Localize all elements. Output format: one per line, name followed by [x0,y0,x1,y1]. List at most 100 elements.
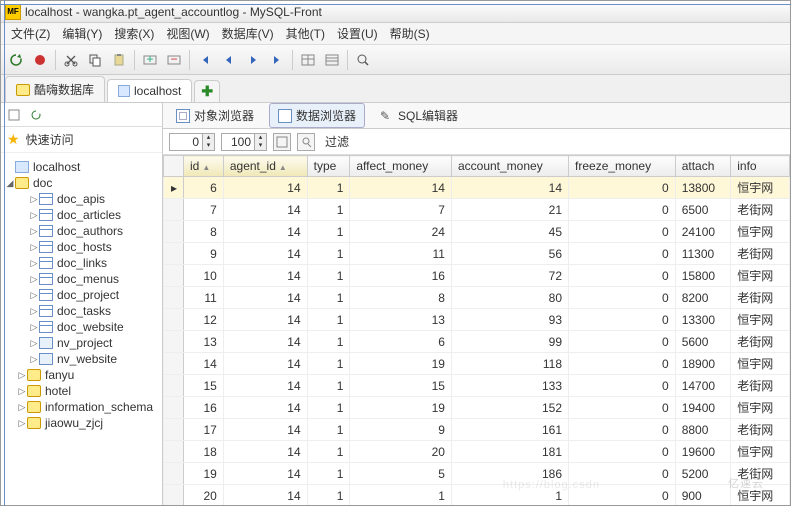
menu-help[interactable]: 帮助(S) [384,23,436,44]
grid2-icon[interactable] [321,49,343,71]
cell-attach[interactable]: 18900 [675,353,731,375]
cell-id[interactable]: 19 [184,463,224,485]
cell-info[interactable]: 老街网 [731,419,790,441]
cell-info[interactable]: 老街网 [731,375,790,397]
cell-agent_id[interactable]: 14 [223,265,307,287]
cell-type[interactable]: 1 [307,243,350,265]
table-row[interactable]: 91411156011300老街网 [164,243,790,265]
cell-affect_money[interactable]: 15 [350,375,452,397]
cell-account_money[interactable]: 118 [451,353,568,375]
cell-freeze_money[interactable]: 0 [569,265,676,287]
cell-attach[interactable]: 14700 [675,375,731,397]
table-row[interactable]: 1814120181019600恒宇网 [164,441,790,463]
cell-id[interactable]: 12 [184,309,224,331]
cell-account_money[interactable]: 45 [451,221,568,243]
cell-freeze_money[interactable]: 0 [569,221,676,243]
down-icon[interactable]: ▾ [203,142,214,150]
cell-attach[interactable]: 11300 [675,243,731,265]
cell-agent_id[interactable]: 14 [223,353,307,375]
tree-jiaowu[interactable]: ▷jiaowu_zjcj [1,415,162,431]
tree-fanyu[interactable]: ▷fanyu [1,367,162,383]
cell-freeze_money[interactable]: 0 [569,397,676,419]
tree-information-schema[interactable]: ▷information_schema [1,399,162,415]
sync-icon[interactable] [27,106,45,124]
cell-freeze_money[interactable]: 0 [569,199,676,221]
cell-affect_money[interactable]: 14 [350,177,452,199]
cell-attach[interactable]: 8800 [675,419,731,441]
cell-agent_id[interactable]: 14 [223,199,307,221]
cell-account_money[interactable]: 21 [451,199,568,221]
cell-affect_money[interactable]: 24 [350,221,452,243]
cell-freeze_money[interactable]: 0 [569,287,676,309]
cell-type[interactable]: 1 [307,441,350,463]
cell-affect_money[interactable]: 1 [350,485,452,506]
cell-attach[interactable]: 6500 [675,199,731,221]
cell-freeze_money[interactable]: 0 [569,353,676,375]
cell-id[interactable]: 20 [184,485,224,506]
cell-attach[interactable]: 19400 [675,397,731,419]
col-affect_money[interactable]: affect_money [350,156,452,177]
last-icon[interactable] [266,49,288,71]
table-row[interactable]: 121411393013300恒宇网 [164,309,790,331]
cell-id[interactable]: 15 [184,375,224,397]
copy-icon[interactable] [84,49,106,71]
cell-account_money[interactable]: 93 [451,309,568,331]
cell-freeze_money[interactable]: 0 [569,463,676,485]
tree-item-doc_menus[interactable]: ▷doc_menus [1,271,162,287]
cell-affect_money[interactable]: 11 [350,243,452,265]
cell-attach[interactable]: 8200 [675,287,731,309]
stop-icon[interactable] [29,49,51,71]
menu-search[interactable]: 搜索(X) [108,23,160,44]
cell-affect_money[interactable]: 9 [350,419,452,441]
cell-type[interactable]: 1 [307,485,350,506]
cell-agent_id[interactable]: 14 [223,331,307,353]
table-row[interactable]: 81412445024100恒宇网 [164,221,790,243]
cell-freeze_money[interactable]: 0 [569,309,676,331]
grid1-icon[interactable] [297,49,319,71]
cell-info[interactable]: 恒宇网 [731,441,790,463]
filter-btn1[interactable] [273,133,291,151]
cell-account_money[interactable]: 72 [451,265,568,287]
cell-attach[interactable]: 19600 [675,441,731,463]
refresh-icon[interactable] [5,49,27,71]
filter-btn2[interactable] [297,133,315,151]
col-info[interactable]: info [731,156,790,177]
col-id[interactable]: id▲ [184,156,224,177]
cut-icon[interactable] [60,49,82,71]
cell-info[interactable]: 恒宇网 [731,265,790,287]
cell-attach[interactable]: 5200 [675,463,731,485]
cell-agent_id[interactable]: 14 [223,397,307,419]
cell-id[interactable]: 10 [184,265,224,287]
cell-type[interactable]: 1 [307,287,350,309]
tree-doc[interactable]: ◢doc [1,175,162,191]
menu-settings[interactable]: 设置(U) [331,23,384,44]
cell-info[interactable]: 恒宇网 [731,309,790,331]
cell-affect_money[interactable]: 8 [350,287,452,309]
col-type[interactable]: type [307,156,350,177]
cell-info[interactable]: 老街网 [731,463,790,485]
cell-id[interactable]: 13 [184,331,224,353]
tree-item-doc_hosts[interactable]: ▷doc_hosts [1,239,162,255]
cell-freeze_money[interactable]: 0 [569,177,676,199]
cell-account_money[interactable]: 80 [451,287,568,309]
cell-agent_id[interactable]: 14 [223,243,307,265]
cell-attach[interactable]: 24100 [675,221,731,243]
cell-type[interactable]: 1 [307,419,350,441]
find-icon[interactable] [352,49,374,71]
cell-account_money[interactable]: 1 [451,485,568,506]
cell-account_money[interactable]: 161 [451,419,568,441]
cell-attach[interactable]: 900 [675,485,731,506]
cell-info[interactable]: 恒宇网 [731,353,790,375]
cell-account_money[interactable]: 133 [451,375,568,397]
cell-account_money[interactable]: 14 [451,177,568,199]
menu-file[interactable]: 文件(Z) [5,23,56,44]
prev-icon[interactable] [218,49,240,71]
cell-id[interactable]: 18 [184,441,224,463]
col-freeze_money[interactable]: freeze_money [569,156,676,177]
cell-agent_id[interactable]: 14 [223,309,307,331]
up-icon[interactable]: ▴ [203,134,214,142]
col-attach[interactable]: attach [675,156,731,177]
cell-attach[interactable]: 13800 [675,177,731,199]
cell-account_money[interactable]: 186 [451,463,568,485]
cell-type[interactable]: 1 [307,397,350,419]
